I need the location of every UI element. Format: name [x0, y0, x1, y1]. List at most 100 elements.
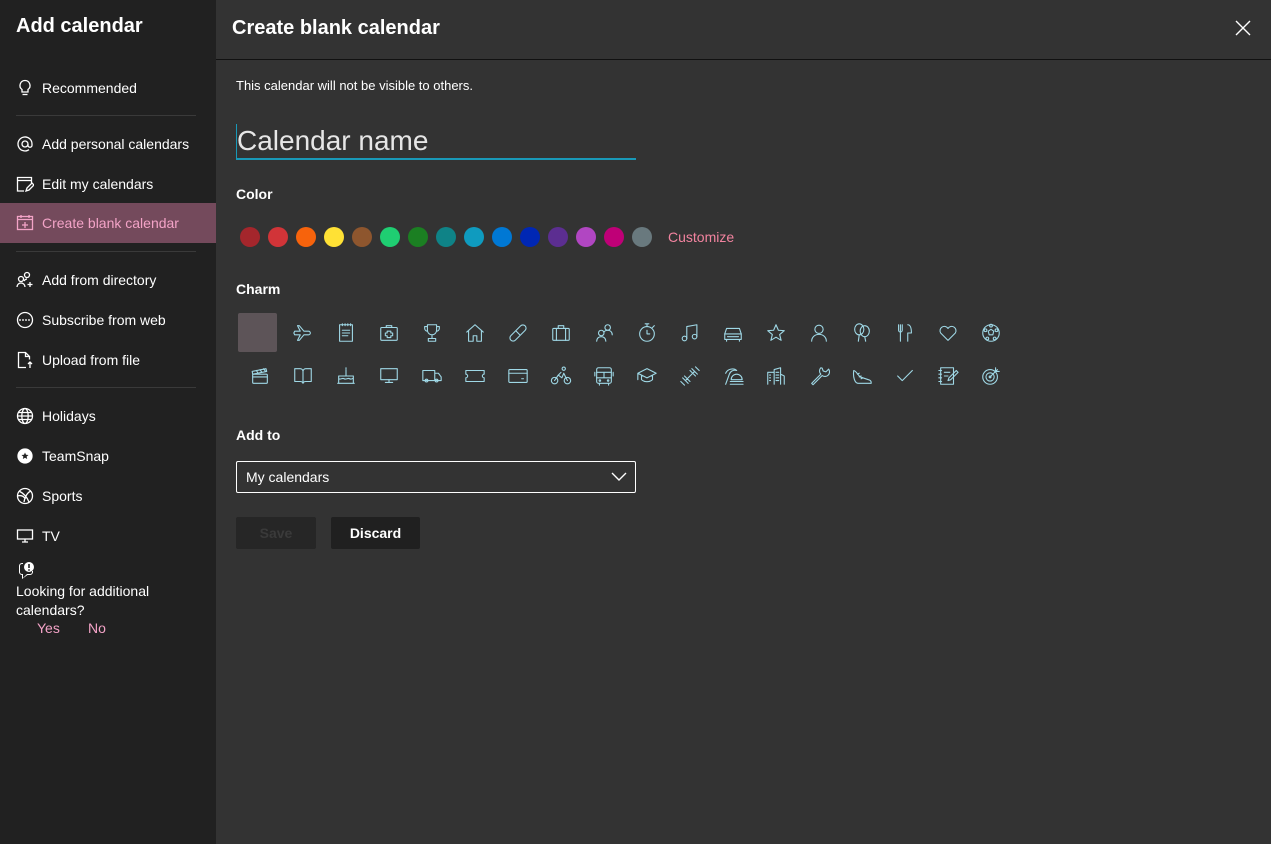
close-button[interactable]: [1233, 18, 1253, 38]
feedback-icon: [19, 562, 34, 579]
charm-label: Charm: [236, 281, 281, 297]
sidebar-item-subscribe-from-web[interactable]: Subscribe from web: [0, 300, 216, 340]
charm-car[interactable]: [711, 313, 754, 353]
charm-bandage[interactable]: [496, 313, 539, 353]
charm-bus[interactable]: [582, 356, 625, 396]
sidebar-item-label: Add personal calendars: [42, 136, 190, 152]
color-swatch[interactable]: [464, 227, 484, 247]
charm-checkmark[interactable]: [883, 356, 926, 396]
charm-edit-notes[interactable]: [926, 356, 969, 396]
sidebar-item-teamsnap[interactable]: TeamSnap: [0, 436, 216, 476]
charm-graduation-cap[interactable]: [625, 356, 668, 396]
color-swatch[interactable]: [576, 227, 596, 247]
feedback-yes-link[interactable]: Yes: [37, 620, 60, 636]
color-swatch[interactable]: [240, 227, 260, 247]
color-swatch[interactable]: [268, 227, 288, 247]
sports-ball-icon: [16, 487, 34, 505]
charm-trophy[interactable]: [410, 313, 453, 353]
graduation-cap-icon: [636, 367, 657, 382]
charm-medical-kit[interactable]: [367, 313, 410, 353]
charm-heart[interactable]: [926, 313, 969, 353]
web-subscribe-icon: [16, 311, 34, 329]
sidebar-item-add-from-directory[interactable]: Add from directory: [0, 260, 216, 300]
color-swatch[interactable]: [436, 227, 456, 247]
customize-color-link[interactable]: Customize: [668, 229, 734, 245]
sidebar-item-label: Recommended: [42, 80, 137, 96]
color-swatch[interactable]: [632, 227, 652, 247]
charm-sneaker[interactable]: [840, 356, 883, 396]
color-swatch[interactable]: [548, 227, 568, 247]
ticket-icon: [464, 369, 485, 382]
charm-none-selected[interactable]: [238, 313, 277, 352]
charm-star[interactable]: [754, 313, 797, 353]
charm-dumbbell[interactable]: [668, 356, 711, 396]
charm-fork-knife[interactable]: [883, 313, 926, 353]
color-label: Color: [236, 186, 273, 202]
charm-person[interactable]: [797, 313, 840, 353]
teamsnap-icon: [16, 447, 34, 465]
sidebar-item-holidays[interactable]: Holidays: [0, 396, 216, 436]
charm-target[interactable]: [969, 356, 1012, 396]
color-swatch[interactable]: [492, 227, 512, 247]
divider: [16, 251, 196, 252]
sidebar-item-tv[interactable]: TV: [0, 516, 216, 556]
charm-ticket[interactable]: [453, 356, 496, 396]
visibility-info: This calendar will not be visible to oth…: [236, 78, 474, 93]
charm-cyclist[interactable]: [539, 356, 582, 396]
color-swatch[interactable]: [604, 227, 624, 247]
sidebar-item-label: Sports: [42, 488, 83, 504]
color-swatch[interactable]: [408, 227, 428, 247]
charm-monitor[interactable]: [367, 356, 410, 396]
charm-briefcase[interactable]: [539, 313, 582, 353]
sidebar-item-create-blank-calendar[interactable]: Create blank calendar: [0, 203, 216, 243]
color-picker: Customize: [240, 227, 734, 247]
sidebar-item-label: Edit my calendars: [42, 176, 154, 192]
sidebar-item-upload-from-file[interactable]: Upload from file: [0, 340, 216, 380]
sidebar: Add calendar Recommended Add personal ca…: [0, 0, 216, 844]
color-swatch[interactable]: [352, 227, 372, 247]
charm-beach-umbrella[interactable]: [711, 356, 754, 396]
charm-home[interactable]: [453, 313, 496, 353]
charm-birthday-cake[interactable]: [324, 356, 367, 396]
charm-stopwatch[interactable]: [625, 313, 668, 353]
feedback-question: Looking for additional calendars?: [16, 583, 150, 618]
color-swatch[interactable]: [324, 227, 344, 247]
charm-truck[interactable]: [410, 356, 453, 396]
beach-umbrella-icon: [724, 367, 744, 385]
charm-balloons[interactable]: [840, 313, 883, 353]
calendar-add-icon: [16, 214, 34, 232]
charm-soccer-ball[interactable]: [969, 313, 1012, 353]
calendar-name-input[interactable]: [236, 124, 636, 160]
sidebar-item-label: Upload from file: [42, 352, 141, 368]
sidebar-item-add-personal-calendars[interactable]: Add personal calendars: [0, 124, 216, 164]
charm-credit-card[interactable]: [496, 356, 539, 396]
charm-notepad[interactable]: [324, 313, 367, 353]
globe-icon: [16, 407, 34, 425]
add-to-dropdown[interactable]: My calendars: [236, 461, 636, 493]
divider: [16, 387, 196, 388]
sidebar-item-edit-my-calendars[interactable]: Edit my calendars: [0, 164, 216, 204]
car-icon: [723, 327, 742, 342]
sidebar-item-sports[interactable]: Sports: [0, 476, 216, 516]
balloons-icon: [853, 322, 870, 342]
charm-city-buildings[interactable]: [754, 356, 797, 396]
color-swatch[interactable]: [296, 227, 316, 247]
color-swatch[interactable]: [380, 227, 400, 247]
charm-music-note[interactable]: [668, 313, 711, 353]
feedback-no-link[interactable]: No: [88, 620, 106, 636]
cyclist-icon: [550, 365, 571, 384]
charm-people[interactable]: [582, 313, 625, 353]
sidebar-item-recommended[interactable]: Recommended: [0, 68, 216, 108]
panel-header: Create blank calendar: [216, 0, 1271, 60]
color-swatch[interactable]: [520, 227, 540, 247]
briefcase-icon: [551, 324, 570, 341]
save-button[interactable]: Save: [236, 517, 316, 549]
charm-airplane[interactable]: [281, 313, 324, 353]
charm-wrench[interactable]: [797, 356, 840, 396]
file-upload-icon: [16, 351, 34, 369]
charm-clapperboard[interactable]: [238, 356, 281, 396]
birthday-cake-icon: [336, 366, 355, 384]
dumbbell-icon: [679, 365, 700, 386]
discard-button[interactable]: Discard: [331, 517, 420, 549]
charm-book[interactable]: [281, 356, 324, 396]
